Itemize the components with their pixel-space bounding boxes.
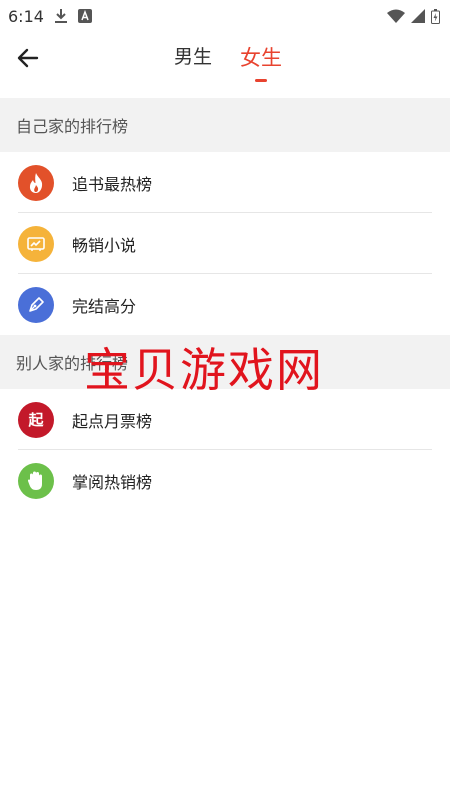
list-item-completed-high[interactable]: 完结高分 (0, 274, 450, 335)
qidian-logo-glyph: 起 (28, 411, 44, 429)
list-item-bestseller[interactable]: 畅销小说 (0, 213, 450, 274)
flame-icon (18, 164, 54, 201)
tab-active-indicator (255, 79, 267, 82)
list-item-qidian-monthly[interactable]: 起 起点月票榜 (0, 389, 450, 450)
qidian-logo-icon: 起 (18, 401, 54, 438)
status-left: 6:14 (8, 7, 92, 26)
signal-icon (411, 9, 425, 23)
app-bar: 男生 女生 (0, 32, 450, 86)
status-bar: 6:14 (0, 0, 450, 32)
battery-icon (431, 8, 440, 24)
section-header-own: 自己家的排行榜 (0, 98, 450, 152)
app-a-icon (77, 9, 92, 23)
list-item-label: 畅销小说 (72, 235, 137, 255)
list-item-label: 完结高分 (72, 296, 137, 316)
gender-tabs: 男生 女生 (0, 42, 450, 82)
pen-icon (18, 286, 54, 323)
book-chart-icon (18, 225, 54, 262)
tab-female[interactable]: 女生 (240, 42, 282, 82)
tab-male-label: 男生 (173, 46, 212, 68)
list-item-zhuishu-hot[interactable]: 追书最热榜 (0, 152, 450, 213)
wifi-icon (387, 9, 405, 23)
list-item-label: 追书最热榜 (72, 174, 153, 194)
list-item-zhangyue-hot[interactable]: 掌阅热销榜 (0, 450, 450, 511)
tab-male[interactable]: 男生 (174, 42, 212, 76)
status-time: 6:14 (8, 6, 44, 26)
list-item-label: 掌阅热销榜 (72, 472, 153, 492)
status-right (387, 8, 440, 24)
download-icon (54, 8, 68, 24)
section-header-others: 别人家的排行榜 (0, 335, 450, 389)
palm-icon (18, 462, 54, 499)
list-item-label: 起点月票榜 (72, 411, 153, 431)
tab-female-label: 女生 (240, 46, 282, 70)
